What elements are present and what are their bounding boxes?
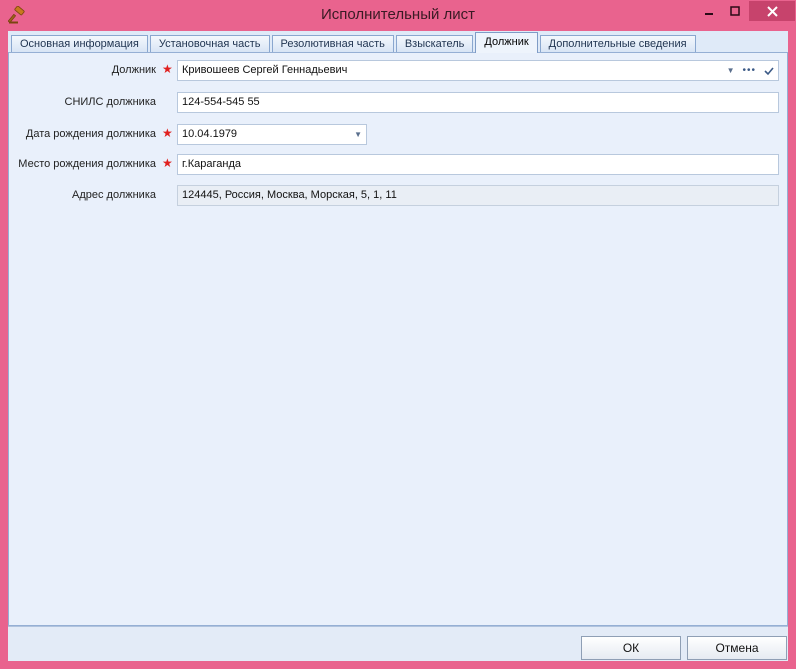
address-label: Адрес должника xyxy=(71,189,156,201)
ok-button[interactable]: ОК xyxy=(581,636,681,660)
debtor-field[interactable]: Кривошеев Сергей Геннадьевич ▼ ••• xyxy=(177,60,779,81)
tab-main-info[interactable]: Основная информация xyxy=(11,35,148,53)
dropdown-arrow-icon[interactable]: ▼ xyxy=(727,61,735,80)
tab-claimant[interactable]: Взыскатель xyxy=(395,35,474,53)
minimize-button[interactable] xyxy=(696,1,722,21)
window-title: Исполнительный лист xyxy=(320,6,476,23)
address-field: 124445, Россия, Москва, Морская, 5, 1, 1… xyxy=(177,185,779,206)
snils-input[interactable]: 124-554-545 55 xyxy=(177,92,779,113)
required-star-icon: ★ xyxy=(162,126,173,140)
dialog-body: Основная информация Установочная часть Р… xyxy=(8,31,788,661)
snils-label: СНИЛС должника xyxy=(64,96,156,108)
tab-establishing-part[interactable]: Установочная часть xyxy=(149,35,270,53)
birth-date-value: 10.04.1979 xyxy=(182,128,238,140)
check-icon[interactable] xyxy=(764,66,774,76)
snils-row: СНИЛС должника 124-554-545 55 xyxy=(9,92,789,114)
address-row: Адрес должника 124445, Россия, Москва, М… xyxy=(9,185,789,207)
birth-place-label: Место рождения должника xyxy=(18,158,156,170)
maximize-icon xyxy=(730,6,740,16)
tab-panel-debtor: Должник ★ Кривошеев Сергей Геннадьевич ▼… xyxy=(8,52,788,626)
tab-resolution-part[interactable]: Резолютивная часть xyxy=(271,35,394,53)
ellipsis-button[interactable]: ••• xyxy=(742,61,756,80)
birth-date-row: Дата рождения должника ★ 10.04.1979 ▼ xyxy=(9,124,789,146)
maximize-button[interactable] xyxy=(722,1,748,21)
dropdown-arrow-icon[interactable]: ▼ xyxy=(354,125,362,144)
button-bar: ОК Отмена xyxy=(8,626,788,661)
debtor-value: Кривошеев Сергей Геннадьевич xyxy=(182,64,348,76)
birth-date-picker[interactable]: 10.04.1979 ▼ xyxy=(177,124,367,145)
required-star-icon: ★ xyxy=(162,156,173,170)
debtor-label: Должник xyxy=(111,64,156,76)
minimize-icon xyxy=(705,13,713,15)
close-button[interactable] xyxy=(749,1,795,21)
required-star-icon: ★ xyxy=(162,62,173,76)
close-icon xyxy=(766,5,778,17)
cancel-button[interactable]: Отмена xyxy=(687,636,787,660)
birth-place-input[interactable]: г.Караганда xyxy=(177,154,779,175)
birth-date-label: Дата рождения должника xyxy=(25,128,156,140)
tab-additional-info[interactable]: Дополнительные сведения xyxy=(539,35,696,53)
tab-debtor[interactable]: Должник xyxy=(475,32,538,53)
debtor-row: Должник ★ Кривошеев Сергей Геннадьевич ▼… xyxy=(9,60,789,82)
title-bar[interactable]: Исполнительный лист xyxy=(0,0,796,31)
tab-strip: Основная информация Установочная часть Р… xyxy=(11,32,698,53)
birth-place-row: Место рождения должника ★ г.Караганда xyxy=(9,154,789,176)
